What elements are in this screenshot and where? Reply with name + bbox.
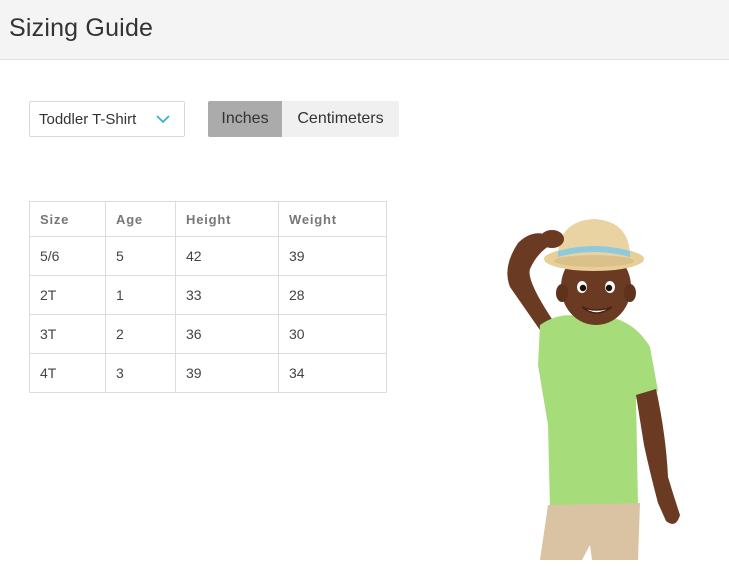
column-header-size: Size [29, 201, 106, 237]
cell-height: 36 [175, 314, 279, 354]
page-header: Sizing Guide [0, 0, 729, 60]
table-row: 3T 2 36 30 [29, 314, 387, 354]
cell-height: 39 [175, 353, 279, 393]
child-model-photo [507, 219, 680, 560]
cell-age: 3 [105, 353, 176, 393]
column-header-age: Age [105, 201, 176, 237]
chevron-down-icon [156, 115, 170, 124]
cell-weight: 34 [278, 353, 387, 393]
cell-age: 1 [105, 275, 176, 315]
product-type-select-value: Toddler T-Shirt [39, 110, 137, 128]
size-table: Size Age Height Weight 5/6 5 42 39 2T 1 … [29, 201, 387, 393]
table-row: 4T 3 39 34 [29, 353, 387, 393]
page-title: Sizing Guide [9, 14, 154, 42]
cell-age: 2 [105, 314, 176, 354]
table-row: 2T 1 33 28 [29, 275, 387, 315]
cell-size: 3T [29, 314, 106, 354]
cell-height: 42 [175, 236, 279, 276]
cell-weight: 30 [278, 314, 387, 354]
inches-button[interactable]: Inches [208, 101, 282, 137]
cell-height: 33 [175, 275, 279, 315]
centimeters-button[interactable]: Centimeters [282, 101, 399, 137]
column-header-weight: Weight [278, 201, 387, 237]
units-toggle: Inches Centimeters [208, 101, 399, 137]
cell-weight: 28 [278, 275, 387, 315]
cell-size: 2T [29, 275, 106, 315]
cell-size: 4T [29, 353, 106, 393]
table-row: 5/6 5 42 39 [29, 236, 387, 276]
column-header-height: Height [175, 201, 279, 237]
cell-weight: 39 [278, 236, 387, 276]
cell-size: 5/6 [29, 236, 106, 276]
product-type-select[interactable]: Toddler T-Shirt [29, 101, 185, 137]
cell-age: 5 [105, 236, 176, 276]
table-header-row: Size Age Height Weight [29, 201, 387, 237]
